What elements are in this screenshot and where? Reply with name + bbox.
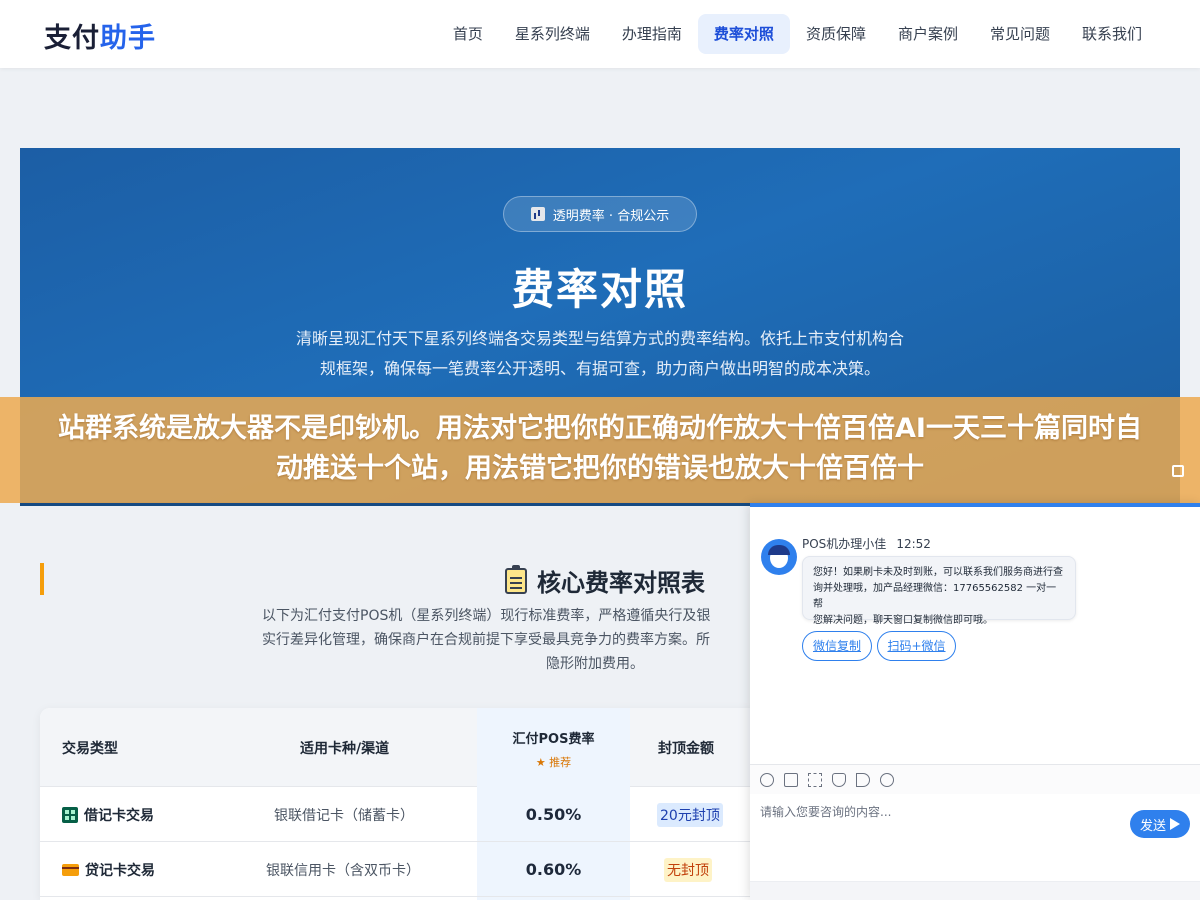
- recommended-badge: ★ 推荐: [535, 756, 572, 769]
- row-type-cell: 借记卡交易: [62, 787, 154, 842]
- row-cap-cell: 无封顶: [664, 842, 712, 897]
- bar-chart-icon: [530, 207, 545, 221]
- overlay-banner: 站群系统是放大器不是印钞机。用法对它把你的正确动作放大十倍百倍AI一天三十篇同时…: [0, 397, 1200, 503]
- agent-name: POS机办理小佳: [802, 537, 887, 551]
- hero-badge: 透明费率 · 合规公示: [503, 196, 697, 232]
- chat-input[interactable]: 请输入您要咨询的内容...: [760, 803, 891, 820]
- nav-rates[interactable]: 费率对照: [697, 14, 790, 54]
- close-icon[interactable]: [1172, 465, 1184, 477]
- header-pos-rate: 汇付POS费率: [512, 732, 595, 747]
- cap-tag: 20元封顶: [657, 802, 723, 827]
- row-rate-cell: 0.50%: [525, 805, 582, 824]
- row-type-cell: 贷记卡交易: [62, 842, 155, 897]
- chat-toolbar: [750, 764, 1200, 794]
- hero-description-line2: 规框架，确保每一笔费率公开透明、有据可查，助力商户做出明智的成本决策。: [319, 359, 880, 378]
- chat-agent-header: POS机办理小佳 12:52: [802, 535, 931, 552]
- main-nav: 首页 星系列终端 办理指南 费率对照 资质保障 商户案例 常见问题 联系我们: [437, 14, 1158, 54]
- section-title: 核心费率对照表: [505, 563, 705, 598]
- site-header: 支付助手 首页 星系列终端 办理指南 费率对照 资质保障 商户案例 常见问题 联…: [0, 0, 1200, 68]
- hero-description-line1: 清晰呈现汇付天下星系列终端各交易类型与结算方式的费率结构。依托上市支付机构合: [295, 329, 904, 348]
- row-card-cell: 银联信用卡（含双币卡）: [266, 862, 420, 879]
- header-transaction-type: 交易类型: [62, 740, 118, 757]
- nav-guide[interactable]: 办理指南: [606, 14, 698, 54]
- hero-badge-label: 透明费率 · 合规公示: [552, 208, 670, 224]
- send-button[interactable]: 发送: [1130, 810, 1190, 838]
- nav-home[interactable]: 首页: [437, 14, 499, 54]
- row-type-label: 贷记卡交易: [85, 862, 155, 879]
- chat-widget: POS机办理小佳 12:52 您好！如果刷卡未及时到账，可以联系我们服务商进行查 …: [750, 503, 1200, 900]
- row-type-label: 借记卡交易: [84, 807, 154, 824]
- section-description: 以下为汇付支付POS机（星系列终端）现行标准费率，严格遵循央行及银 实行差异化管…: [262, 604, 762, 676]
- section-description-line2: 实行差异化管理，确保商户在合规前提下享受最具竞争力的费率方案。所: [262, 632, 710, 648]
- rate-table: 交易类型 适用卡种/渠道 汇付POS费率 ★ 推荐 封顶金额 借记卡交易 银联借…: [40, 708, 760, 900]
- table-header: [40, 708, 760, 787]
- section-description-line3: 隐形附加费用。: [546, 656, 644, 672]
- hero-title: 费率对照: [511, 265, 688, 314]
- row-rate-cell: 0.60%: [525, 860, 582, 879]
- hero-description: 清晰呈现汇付天下星系列终端各交易类型与结算方式的费率结构。依托上市支付机构合 规…: [275, 324, 925, 384]
- message-time: 12:52: [896, 537, 931, 551]
- section-description-line1: 以下为汇付支付POS机（星系列终端）现行标准费率，严格遵循央行及银: [262, 608, 711, 624]
- rate-icon[interactable]: [832, 773, 846, 787]
- row-cap-cell: 20元封顶: [657, 787, 723, 842]
- screenshot-icon[interactable]: [808, 773, 822, 787]
- site-logo[interactable]: 支付助手: [44, 16, 156, 55]
- table-row: 借记卡交易 银联借记卡（储蓄卡） 0.50% 20元封顶: [40, 787, 760, 842]
- chat-footer: [750, 881, 1200, 900]
- nav-cases[interactable]: 商户案例: [882, 14, 974, 54]
- table-row: 贷记卡交易 银联信用卡（含双币卡） 0.60% 无封顶: [40, 842, 760, 897]
- bank-icon: [62, 806, 78, 823]
- nav-faq[interactable]: 常见问题: [974, 14, 1066, 54]
- emoji-icon[interactable]: [760, 773, 774, 787]
- section-title-text: 核心费率对照表: [537, 569, 705, 597]
- image-icon[interactable]: [784, 773, 798, 787]
- message-line3: 您解决问题，聊天窗口复制微信即可哦。: [813, 615, 993, 626]
- avatar-hair: [768, 545, 790, 555]
- section-accent-bar: [40, 563, 44, 595]
- logo-text-primary: 支付: [44, 23, 100, 54]
- header-cap-amount: 封顶金额: [658, 740, 714, 757]
- copy-wechat-button[interactable]: 微信复制: [802, 631, 872, 661]
- agent-message-bubble: 您好！如果刷卡未及时到账，可以联系我们服务商进行查 询并处理哦，加产品经理微信：…: [802, 556, 1076, 626]
- scan-wechat-button[interactable]: 扫码+微信: [877, 631, 956, 661]
- agent-avatar: [761, 539, 797, 575]
- send-label: 发送: [1139, 818, 1166, 834]
- credit-card-icon: [62, 863, 79, 876]
- message-line2: 询并处理哦，加产品经理微信：17765562582 一对一帮: [813, 583, 1057, 610]
- audio-icon[interactable]: [856, 773, 870, 787]
- row-card-cell: 银联借记卡（储蓄卡）: [274, 807, 414, 824]
- clipboard-icon: [505, 564, 527, 594]
- nav-contact[interactable]: 联系我们: [1066, 14, 1158, 54]
- logo-text-accent: 助手: [100, 23, 156, 54]
- header-card-channel: 适用卡种/渠道: [300, 740, 390, 757]
- nav-qualification[interactable]: 资质保障: [790, 14, 882, 54]
- overlay-banner-text: 站群系统是放大器不是印钞机。用法对它把你的正确动作放大十倍百倍AI一天三十篇同时…: [58, 413, 1142, 484]
- cap-tag: 无封顶: [664, 857, 712, 882]
- message-line1: 您好！如果刷卡未及时到账，可以联系我们服务商进行查: [813, 567, 1063, 578]
- wechat-icon[interactable]: [880, 773, 894, 787]
- nav-star-terminals[interactable]: 星系列终端: [499, 14, 606, 54]
- send-arrow-icon: [1170, 818, 1180, 830]
